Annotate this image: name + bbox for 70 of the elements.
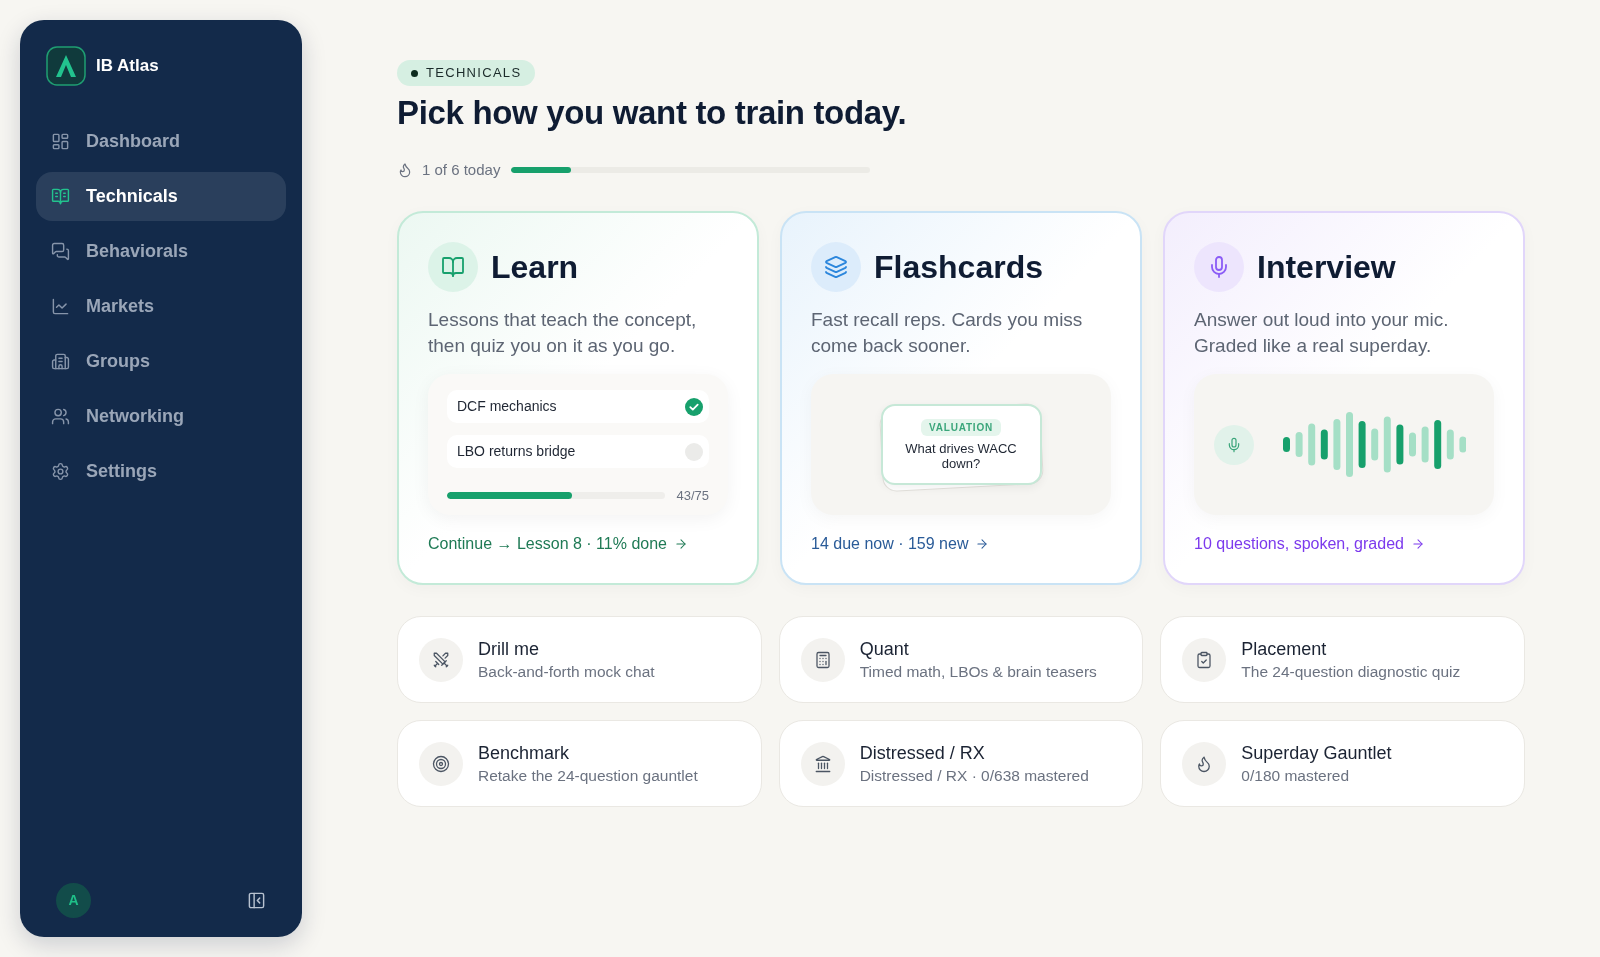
drill-subtitle: Back-and-forth mock chat	[478, 661, 655, 682]
progress-reading: 43/75	[676, 487, 709, 505]
drill-subtitle: The 24-question diagnostic quiz	[1241, 661, 1461, 682]
nav-item[interactable]: Settings	[36, 447, 286, 496]
target-icon	[419, 741, 463, 786]
drill-title: Distressed / RX	[859, 741, 986, 765]
drill-title: Drill me	[478, 637, 540, 661]
drill-subtitle: Timed math, LBOs & brain teasers	[859, 661, 1097, 682]
drill-title: Quant	[859, 637, 910, 661]
settings-icon	[51, 462, 70, 481]
nav-item[interactable]: Markets	[36, 282, 286, 331]
user-avatar[interactable]: A	[56, 883, 91, 918]
book-icon	[51, 187, 70, 206]
card-tag: VALUATION	[920, 418, 1001, 436]
card-description: Fast recall reps. Cards you miss come back sooner.	[811, 308, 1084, 358]
drill-card[interactable]: Distressed / RX Distressed / RX · 0/638 mastered	[778, 720, 1144, 807]
drill-card[interactable]: Benchmark Retake the 24-question gauntlet	[397, 720, 762, 807]
dot-icon	[411, 69, 418, 77]
arrow-right-icon	[1410, 537, 1425, 551]
layers-icon	[811, 242, 861, 292]
card-question: What drives WACC down?	[904, 440, 1018, 471]
brand-name: IB Atlas	[96, 55, 159, 78]
drill-title: Placement	[1241, 637, 1328, 661]
drill-title: Benchmark	[478, 741, 571, 765]
drill-title: Superday Gauntlet	[1241, 741, 1392, 765]
drill-card[interactable]: Quant Timed math, LBOs & brain teasers	[778, 616, 1144, 703]
logo-icon	[46, 46, 86, 86]
card-title: Interview	[1257, 248, 1396, 287]
page-title: Pick how you want to train today.	[397, 93, 907, 133]
flashcard[interactable]: VALUATION What drives WACC down?	[880, 404, 1042, 485]
users-icon	[51, 407, 70, 426]
sidebar-collapse-icon[interactable]	[247, 891, 266, 910]
drill-card[interactable]: Superday Gauntlet 0/180 mastered	[1160, 720, 1525, 807]
card-description: Answer out loud into your mic. Graded like a real superday.	[1194, 308, 1450, 358]
drill-card[interactable]: Placement The 24-question diagnostic quiz	[1160, 616, 1525, 703]
card-description: Lessons that teach the concept, then quiz you on it as you go.	[428, 308, 698, 358]
flame-icon	[397, 162, 413, 178]
nav-item[interactable]: Technicals	[36, 172, 286, 221]
nav-item[interactable]: Behaviorals	[36, 227, 286, 276]
progress-label: 1 of 6 today	[422, 159, 501, 180]
line-chart-icon	[51, 297, 70, 316]
chat-bubbles-icon	[51, 242, 70, 261]
waveform-icon	[1283, 412, 1466, 477]
open-book-icon	[428, 242, 478, 292]
crossed-swords-icon	[419, 637, 463, 682]
lesson-row[interactable]: DCF mechanics	[447, 390, 709, 423]
lesson-row[interactable]: LBO returns bridge	[447, 435, 709, 468]
drill-card[interactable]: Drill me Back-and-forth mock chat	[397, 616, 762, 703]
continue-link[interactable]: Continue → Lesson 8 · 11% done	[428, 535, 688, 553]
card-title: Learn	[491, 248, 579, 287]
drill-subtitle: 0/180 mastered	[1241, 765, 1351, 786]
nav-item[interactable]: Networking	[36, 392, 286, 441]
card-title: Flashcards	[874, 248, 1043, 287]
due-cards-link[interactable]: 14 due now · 159 new	[811, 535, 990, 553]
drill-subtitle: Distressed / RX · 0/638 mastered	[859, 765, 1089, 786]
nav-item[interactable]: Dashboard	[36, 117, 286, 166]
interview-card[interactable]: Interview Answer out loud into your mic. Graded like a real superday. 10 questions, spoken, graded	[1163, 211, 1525, 585]
lesson-name: LBO returns bridge	[457, 442, 576, 461]
arrow-right-icon	[975, 537, 990, 551]
questions-link[interactable]: 10 questions, spoken, graded	[1194, 535, 1425, 553]
dashboard-icon	[51, 132, 70, 151]
microphone-icon	[1214, 424, 1254, 465]
section-label: TECHNICALS	[426, 64, 522, 83]
drill-subtitle: Retake the 24-question gauntlet	[478, 765, 698, 786]
building-icon	[51, 352, 70, 371]
nav-item[interactable]: Groups	[36, 337, 286, 386]
flashcards-card[interactable]: Flashcards Fast recall reps. Cards you miss come back sooner. VALUATION What drives WACC down? 14 due now · 159 new	[780, 211, 1142, 585]
microphone-icon	[1194, 242, 1244, 292]
lesson-name: DCF mechanics	[457, 397, 557, 416]
learn-card[interactable]: Learn Lessons that teach the concept, then quiz you on it as you go. DCF mechanics LBO returns bridge 43/75 Continue → Lesson 8 · 11% done	[397, 211, 759, 585]
